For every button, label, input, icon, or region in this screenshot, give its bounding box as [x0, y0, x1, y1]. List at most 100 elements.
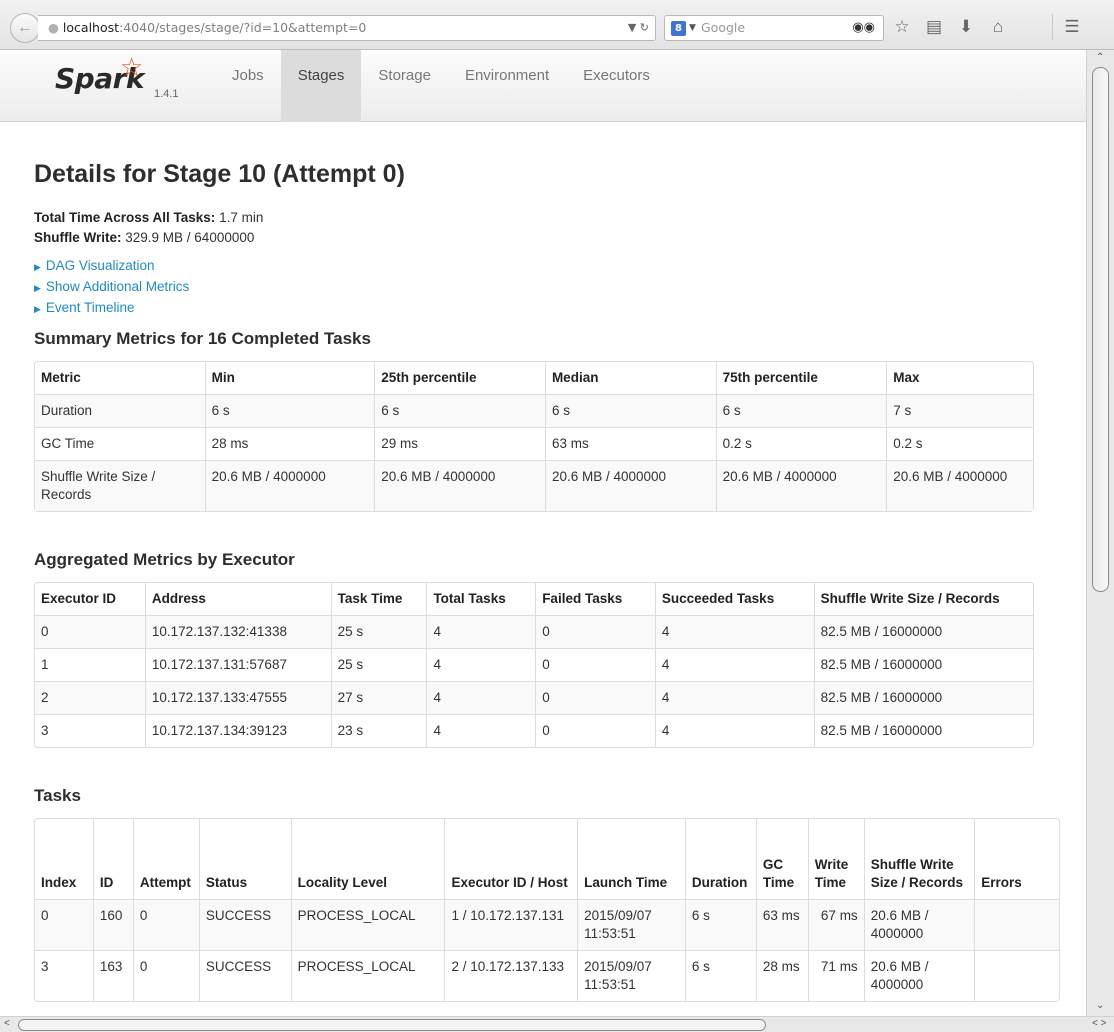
tasks-heading: Tasks	[34, 786, 81, 805]
tab-environment[interactable]: Environment	[448, 40, 566, 112]
column-header[interactable]: Total Tasks	[426, 583, 535, 615]
url-dropdown-reload[interactable]: ▼ ↻	[628, 16, 649, 40]
column-header[interactable]: Attempt	[132, 819, 199, 899]
table-cell	[974, 950, 1059, 1001]
download-icon[interactable]: ⬇	[956, 17, 976, 37]
column-header[interactable]: Status	[198, 819, 291, 899]
table-cell: 28 ms	[204, 427, 375, 460]
binoculars-icon[interactable]: ◉◉	[852, 16, 875, 40]
column-header: Metric	[41, 370, 81, 385]
table-cell: 71 ms	[807, 950, 864, 1001]
vertical-scroll-thumb[interactable]	[1092, 67, 1109, 592]
event-timeline-label: Event Timeline	[45, 300, 135, 315]
table-cell: PROCESS_LOCAL	[290, 899, 445, 950]
tab-executors[interactable]: Executors	[566, 40, 667, 112]
table-cell: 0.2 s	[715, 427, 887, 460]
table-row: 0 10.172.137.132:41338 25 s 4 0 4 82.5 M…	[35, 615, 1033, 648]
table-cell: 10.172.137.131:57687	[144, 648, 331, 681]
table-cell: 2015/09/07 11:53:51	[577, 950, 685, 1001]
table-cell: 3	[35, 714, 145, 747]
column-header[interactable]: Executor ID	[35, 583, 145, 615]
column-header[interactable]: Index	[35, 819, 93, 899]
url-path: :4040/stages/stage/?id=10&attempt=0	[119, 20, 367, 35]
table-cell: 6 s	[684, 950, 756, 1001]
url-bar[interactable]: ● localhost:4040/stages/stage/?id=10&atte…	[38, 15, 656, 41]
table-cell: 6 s	[374, 394, 545, 427]
engine-dropdown-icon[interactable]: ▼	[689, 16, 696, 40]
table-cell: SUCCESS	[198, 899, 291, 950]
column-header[interactable]: Task Time	[330, 583, 427, 615]
event-timeline-link[interactable]: ▶ Event Timeline	[34, 298, 1064, 319]
table-cell: 4	[654, 681, 814, 714]
table-cell: PROCESS_LOCAL	[290, 950, 445, 1001]
table-cell: 4	[654, 615, 814, 648]
column-header: 75th percentile	[715, 362, 887, 394]
executor-metrics-table: Executor ID Address Task Time Total Task…	[34, 582, 1034, 748]
table-cell: 20.6 MB / 4000000	[886, 460, 1033, 511]
table-cell: 0	[132, 950, 199, 1001]
scroll-up-icon[interactable]: ⌃	[1096, 52, 1104, 63]
column-header[interactable]: Errors	[974, 819, 1059, 899]
star-icon[interactable]: ☆	[892, 17, 912, 37]
column-header[interactable]: Executor ID / Host	[444, 819, 577, 899]
horizontal-scroll-thumb[interactable]	[18, 1019, 766, 1031]
column-header: Max	[886, 362, 1033, 394]
column-header[interactable]: Launch Time	[577, 819, 685, 899]
additional-metrics-link[interactable]: ▶ Show Additional Metrics	[34, 277, 1064, 298]
table-row: 3 10.172.137.134:39123 23 s 4 0 4 82.5 M…	[35, 714, 1033, 747]
column-header[interactable]: Failed Tasks	[535, 583, 655, 615]
table-cell: 4	[426, 681, 536, 714]
total-time-label: Total Time Across All Tasks:	[34, 210, 216, 225]
table-cell: 4	[654, 648, 814, 681]
column-header[interactable]: Shuffle Write Size / Records	[863, 819, 975, 899]
spark-version: 1.4.1	[154, 88, 179, 100]
column-header[interactable]: Write Time	[807, 819, 864, 899]
spark-logo[interactable]: Spark ☆ 1.4.1	[55, 54, 178, 100]
home-icon[interactable]: ⌂	[988, 17, 1008, 37]
page-info-icon[interactable]: ●	[48, 20, 59, 35]
url-host: localhost	[62, 20, 120, 35]
table-cell: 63 ms	[755, 899, 808, 950]
back-button[interactable]: ←	[10, 13, 40, 43]
vertical-scrollbar[interactable]: ⌃ ⌄	[1086, 50, 1114, 1016]
table-cell: Shuffle Write Size / Records	[35, 460, 205, 511]
table-cell: 163	[92, 950, 133, 1001]
table-cell: 82.5 MB / 16000000	[813, 714, 1033, 747]
table-cell: 4	[426, 648, 536, 681]
scroll-down-icon[interactable]: ⌄	[1096, 1000, 1104, 1011]
reading-list-icon[interactable]: ▤	[924, 17, 944, 37]
column-header: 25th percentile	[374, 362, 545, 394]
shuffle-write-row: Shuffle Write: 329.9 MB / 64000000	[34, 228, 1064, 248]
dag-visualization-link[interactable]: ▶ DAG Visualization	[34, 256, 1064, 277]
column-header[interactable]: Locality Level	[290, 819, 445, 899]
table-cell: 2	[35, 681, 145, 714]
table-cell: 0	[535, 648, 655, 681]
expand-arrow-icon: ▶	[34, 304, 41, 314]
search-box[interactable]: 8 ▼ Google ◉◉	[664, 15, 884, 41]
tab-stages[interactable]: Stages	[280, 50, 362, 122]
table-cell: 3	[35, 950, 93, 1001]
scroll-right-icon[interactable]: < >	[1092, 1018, 1106, 1029]
expand-arrow-icon: ▶	[34, 262, 41, 272]
menu-icon[interactable]: ☰	[1062, 17, 1082, 37]
column-header[interactable]: Address	[144, 583, 331, 615]
column-header[interactable]: Shuffle Write Size / Records	[813, 583, 1033, 615]
column-header[interactable]: GC Time	[755, 819, 808, 899]
column-header[interactable]: Succeeded Tasks	[654, 583, 814, 615]
expand-arrow-icon: ▶	[34, 283, 41, 293]
table-cell: 7 s	[886, 394, 1033, 427]
table-cell: 4	[654, 714, 814, 747]
column-header[interactable]: ID	[92, 819, 133, 899]
back-arrow-icon: ←	[17, 19, 33, 36]
tab-storage[interactable]: Storage	[361, 40, 448, 112]
column-header: Min	[204, 362, 375, 394]
column-header[interactable]: Duration	[684, 819, 756, 899]
google-engine-icon[interactable]: 8	[671, 21, 686, 36]
total-time-value: 1.7 min	[219, 210, 264, 225]
table-cell: 20.6 MB / 4000000	[715, 460, 887, 511]
table-cell: 82.5 MB / 16000000	[813, 681, 1033, 714]
table-cell: 25 s	[330, 615, 427, 648]
scroll-left-icon[interactable]: <	[4, 1018, 10, 1029]
horizontal-scrollbar[interactable]: < < >	[0, 1016, 1114, 1032]
tab-jobs[interactable]: Jobs	[215, 40, 281, 112]
